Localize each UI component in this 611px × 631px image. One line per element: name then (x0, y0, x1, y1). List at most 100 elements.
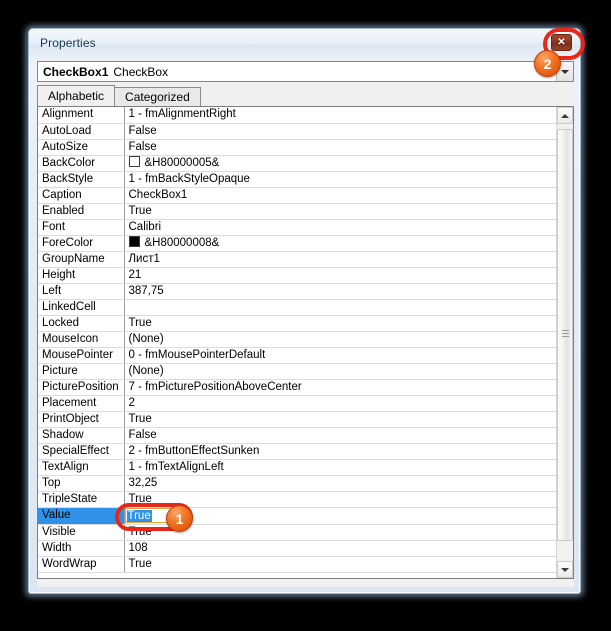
property-row[interactable]: TextAlign 1 - fmTextAlignLeft (38, 459, 556, 476)
property-name-cell[interactable]: Height (38, 267, 125, 284)
property-value-cell[interactable]: &H80000008& (124, 235, 556, 252)
property-value-cell[interactable]: 21 (124, 267, 556, 284)
property-row[interactable]: Picture (None) (38, 363, 556, 380)
scrollbar-thumb[interactable] (557, 129, 573, 541)
property-row[interactable]: BackColor &H80000005& (38, 155, 556, 172)
property-row[interactable]: Visible True (38, 524, 556, 541)
property-row[interactable]: ForeColor &H80000008& (38, 235, 556, 252)
property-row[interactable]: Enabled True (38, 203, 556, 220)
property-name-cell[interactable]: Visible (38, 524, 125, 541)
property-value-cell[interactable]: 0 - fmMousePointerDefault (124, 347, 556, 364)
property-value-cell[interactable]: &H80000005& (124, 155, 556, 172)
property-value-cell[interactable]: True (124, 203, 556, 220)
property-name-cell[interactable]: MouseIcon (38, 331, 125, 348)
property-value-cell[interactable]: 108 (124, 540, 556, 557)
property-name-cell[interactable]: PrintObject (38, 411, 125, 428)
property-name-cell[interactable]: Locked (38, 315, 125, 332)
properties-grid: Alignment 1 - fmAlignmentRight AutoLoad Fal… (38, 107, 556, 573)
property-name-cell[interactable]: Caption (38, 187, 125, 204)
property-name-cell[interactable]: GroupName (38, 251, 125, 268)
properties-window: Properties ✕ CheckBox1 CheckBox Alphabet… (28, 28, 581, 594)
property-value-cell[interactable]: True (124, 491, 556, 508)
property-name-cell[interactable]: Shadow (38, 427, 125, 444)
triangle-down-icon (561, 567, 569, 572)
property-row[interactable]: Font Calibri (38, 219, 556, 236)
property-name-cell[interactable]: Picture (38, 363, 125, 380)
property-row[interactable]: Caption CheckBox1 (38, 187, 556, 204)
property-row[interactable]: Value True (38, 507, 556, 525)
triangle-down-glyph (561, 69, 569, 74)
property-row[interactable]: Alignment 1 - fmAlignmentRight (38, 107, 556, 124)
property-value-cell[interactable]: 32,25 (124, 475, 556, 492)
property-row[interactable]: PicturePosition 7 - fmPicturePositionAbov… (38, 379, 556, 396)
property-value-cell[interactable]: 2 - fmButtonEffectSunken (124, 443, 556, 460)
property-row[interactable]: Top 32,25 (38, 475, 556, 492)
property-row[interactable]: Height 21 (38, 267, 556, 284)
property-value-cell[interactable]: 1 - fmTextAlignLeft (124, 459, 556, 476)
property-name-cell[interactable]: Value (38, 507, 125, 525)
property-value-cell[interactable]: False (124, 139, 556, 156)
property-value-cell[interactable]: (None) (124, 331, 556, 348)
property-name-cell[interactable]: Width (38, 540, 125, 557)
property-value-cell[interactable]: 2 (124, 395, 556, 412)
property-value-cell[interactable]: (None) (124, 363, 556, 380)
property-row[interactable]: SpecialEffect 2 - fmButtonEffectSunken (38, 443, 556, 460)
property-value-cell[interactable]: 1 - fmBackStyleOpaque (124, 171, 556, 188)
property-row[interactable]: Width 108 (38, 540, 556, 557)
property-name-cell[interactable]: Font (38, 219, 125, 236)
property-value-cell[interactable]: 7 - fmPicturePositionAboveCenter (124, 379, 556, 396)
scroll-down-button[interactable] (557, 561, 573, 578)
property-name-cell[interactable]: SpecialEffect (38, 443, 125, 460)
property-value-cell[interactable]: Calibri (124, 219, 556, 236)
property-row[interactable]: TripleState True (38, 491, 556, 508)
property-row[interactable]: MouseIcon (None) (38, 331, 556, 348)
property-name-cell[interactable]: Left (38, 283, 125, 300)
property-name-cell[interactable]: ForeColor (38, 235, 125, 252)
property-row[interactable]: Shadow False (38, 427, 556, 444)
tab-alphabetic[interactable]: Alphabetic (37, 85, 116, 106)
tab-categorized[interactable]: Categorized (114, 87, 201, 106)
property-name-cell[interactable]: BackColor (38, 155, 125, 172)
property-row[interactable]: PrintObject True (38, 411, 556, 428)
property-name-cell[interactable]: PicturePosition (38, 379, 125, 396)
object-selector-combobox[interactable]: CheckBox1 CheckBox (37, 61, 574, 82)
title-bar[interactable]: Properties ✕ (29, 29, 580, 59)
scroll-up-button[interactable] (557, 107, 573, 124)
property-name-cell[interactable]: TripleState (38, 491, 125, 508)
property-value-cell[interactable]: CheckBox1 (124, 187, 556, 204)
property-name-cell[interactable]: BackStyle (38, 171, 125, 188)
property-value-cell[interactable]: 1 - fmAlignmentRight (124, 107, 556, 124)
property-value-text: &H80000008& (144, 236, 220, 249)
property-row[interactable]: Left 387,75 (38, 283, 556, 300)
property-row[interactable]: WordWrap True (38, 556, 556, 573)
property-row[interactable]: GroupName Лист1 (38, 251, 556, 268)
property-row[interactable]: MousePointer 0 - fmMousePointerDefault (38, 347, 556, 364)
property-value-cell[interactable]: True (124, 556, 556, 573)
property-name-cell[interactable]: AutoLoad (38, 123, 125, 140)
property-name-cell[interactable]: LinkedCell (38, 299, 125, 316)
property-value-cell[interactable]: False (124, 123, 556, 140)
vertical-scrollbar[interactable] (556, 107, 573, 578)
property-row[interactable]: BackStyle 1 - fmBackStyleOpaque (38, 171, 556, 188)
property-name-cell[interactable]: Alignment (38, 107, 125, 124)
property-value-cell[interactable] (124, 299, 556, 316)
property-value-cell[interactable]: False (124, 427, 556, 444)
property-row[interactable]: Locked True (38, 315, 556, 332)
property-value-cell[interactable]: True (124, 315, 556, 332)
property-name-cell[interactable]: Placement (38, 395, 125, 412)
close-button[interactable]: ✕ (551, 34, 572, 51)
property-value-text: &H80000005& (144, 156, 220, 169)
property-value-cell[interactable]: Лист1 (124, 251, 556, 268)
property-value-cell[interactable]: True (124, 411, 556, 428)
property-name-cell[interactable]: TextAlign (38, 459, 125, 476)
property-row[interactable]: AutoLoad False (38, 123, 556, 140)
property-name-cell[interactable]: WordWrap (38, 556, 125, 573)
property-row[interactable]: AutoSize False (38, 139, 556, 156)
property-row[interactable]: LinkedCell (38, 299, 556, 316)
property-name-cell[interactable]: Enabled (38, 203, 125, 220)
property-row[interactable]: Placement 2 (38, 395, 556, 412)
property-name-cell[interactable]: Top (38, 475, 125, 492)
property-value-cell[interactable]: 387,75 (124, 283, 556, 300)
property-name-cell[interactable]: MousePointer (38, 347, 125, 364)
property-name-cell[interactable]: AutoSize (38, 139, 125, 156)
